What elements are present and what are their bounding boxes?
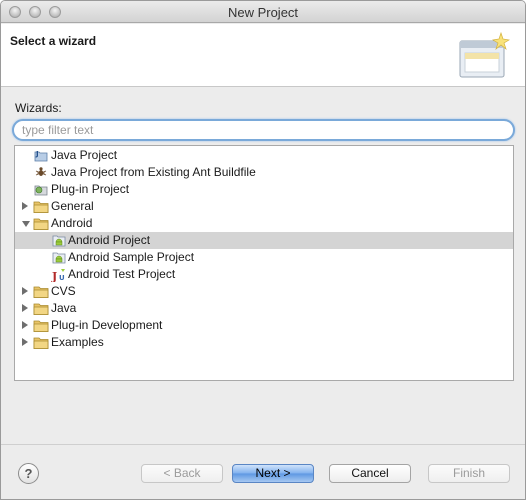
tree-item-label: Plug-in Project: [51, 182, 130, 196]
tree-item[interactable]: Android Sample Project: [15, 249, 513, 266]
android-project-icon: [51, 250, 67, 265]
new-project-dialog: New Project Select a wizard Wizards: J Ja…: [0, 0, 526, 500]
cancel-button[interactable]: Cancel: [329, 464, 411, 483]
tree-item-label: Android Sample Project: [68, 250, 195, 264]
filter-field[interactable]: [12, 119, 515, 141]
tree-item[interactable]: CVS: [15, 283, 513, 300]
wizard-header: Select a wizard: [1, 24, 525, 87]
finish-button[interactable]: Finish: [428, 464, 510, 483]
plugin-project-icon: [33, 182, 49, 197]
wizard-banner-icon: [459, 31, 510, 78]
junit-icon: JU: [51, 267, 67, 283]
tree-item[interactable]: Plug-in Development: [15, 317, 513, 334]
tree-item-label: Java Project from Existing Ant Buildfile: [51, 165, 256, 179]
tree-item-label: Examples: [51, 335, 104, 349]
footer-divider: [1, 444, 525, 445]
tree-item-label: Plug-in Development: [51, 318, 163, 332]
ant-icon: [33, 165, 49, 180]
page-title: Select a wizard: [10, 34, 97, 48]
tree-item-label: CVS: [51, 284, 76, 298]
disclosure-closed-icon[interactable]: [22, 321, 28, 329]
folder-icon: [33, 216, 49, 231]
tree-item[interactable]: Examples: [15, 334, 513, 351]
tree-item-label: Java Project: [51, 148, 118, 162]
tree-item-label: Java: [51, 301, 77, 315]
folder-icon: [33, 199, 49, 214]
back-button[interactable]: < Back: [141, 464, 223, 483]
tree-item[interactable]: J Java Project: [15, 147, 513, 164]
disclosure-closed-icon[interactable]: [22, 202, 28, 210]
tree-item[interactable]: J U Android Test Project: [15, 266, 513, 283]
title-bar: New Project: [1, 1, 525, 23]
wizards-label: Wizards:: [15, 101, 62, 115]
disclosure-closed-icon[interactable]: [22, 287, 28, 295]
disclosure-closed-icon[interactable]: [22, 304, 28, 312]
android-project-icon: [51, 233, 67, 248]
disclosure-closed-icon[interactable]: [22, 338, 28, 346]
next-button[interactable]: Next >: [232, 464, 314, 483]
folder-icon: [33, 335, 49, 350]
filter-input[interactable]: [22, 122, 502, 138]
help-button[interactable]: ?: [18, 463, 39, 484]
svg-text:J: J: [51, 270, 57, 282]
tree-item-label: Android: [51, 216, 93, 230]
svg-text:J: J: [35, 150, 39, 158]
java-project-icon: J: [33, 148, 49, 163]
tree-item-label: Android Test Project: [68, 267, 176, 281]
folder-icon: [33, 318, 49, 333]
tree-item-label: Android Project: [68, 233, 151, 247]
tree-item[interactable]: Android Project: [15, 232, 513, 249]
wizard-tree[interactable]: J Java Project Java Project from Existing …: [14, 145, 514, 381]
window-title: New Project: [227, 5, 299, 20]
tree-item[interactable]: Android: [15, 215, 513, 232]
tree-item[interactable]: Java Project from Existing Ant Buildfile: [15, 164, 513, 181]
folder-icon: [33, 301, 49, 316]
tree-item-label: General: [51, 199, 94, 213]
tree-item[interactable]: Java: [15, 300, 513, 317]
disclosure-open-icon[interactable]: [22, 221, 30, 227]
tree-item[interactable]: Plug-in Project: [15, 181, 513, 198]
tree-item[interactable]: General: [15, 198, 513, 215]
folder-icon: [33, 284, 49, 299]
svg-text:U: U: [59, 274, 65, 282]
